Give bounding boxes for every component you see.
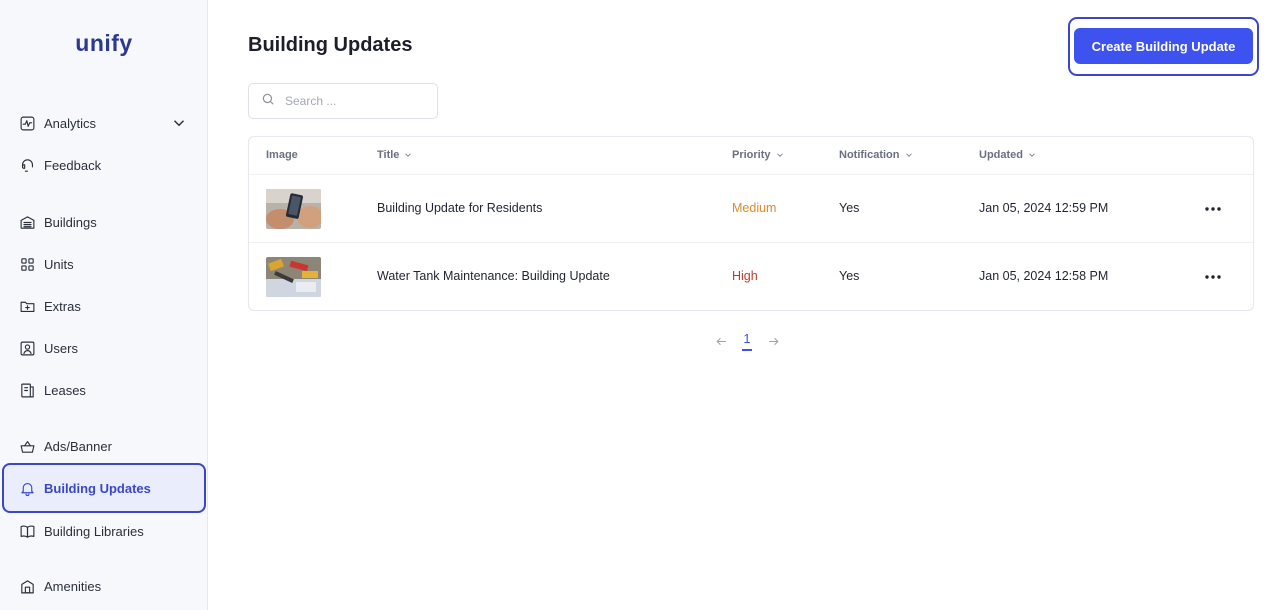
row-title[interactable]: Water Tank Maintenance: Building Update (377, 269, 610, 283)
sidebar-item-amenities[interactable]: Amenities (6, 568, 204, 604)
folder-plus-icon (18, 297, 36, 315)
search-input[interactable] (285, 94, 425, 108)
analytics-icon (18, 114, 36, 132)
sidebar-item-label: Building Updates (44, 480, 151, 496)
search-box[interactable] (248, 83, 438, 119)
book-icon (18, 522, 36, 540)
more-options-icon[interactable] (1201, 197, 1225, 221)
sidebar-item-leases[interactable]: Leases (6, 372, 204, 408)
sidebar-item-label: Building Libraries (44, 523, 144, 539)
arrow-right-icon[interactable] (764, 332, 782, 350)
page-title: Building Updates (248, 34, 413, 56)
column-header-notification[interactable]: Notification (839, 149, 914, 161)
table-row[interactable]: Building Update for Residents Medium Yes… (249, 175, 1253, 243)
sidebar-item-extras[interactable]: Extras (6, 288, 204, 324)
sidebar-item-feedback[interactable]: Feedback (6, 147, 204, 183)
building-icon (18, 213, 36, 231)
updates-table: Image Title Priority Notification Update… (248, 136, 1254, 311)
sidebar-item-label: Units (44, 256, 74, 272)
create-building-update-button[interactable]: Create Building Update (1074, 28, 1253, 64)
create-button-highlight: Create Building Update (1068, 17, 1259, 76)
sidebar: unify Analytics Feedback Buildings Units… (0, 0, 208, 610)
sidebar-item-buildings[interactable]: Buildings (6, 204, 204, 240)
bell-icon (18, 479, 36, 497)
feedback-icon (18, 156, 36, 174)
sidebar-item-label: Ads/Banner (44, 438, 112, 454)
sidebar-item-users[interactable]: Users (6, 330, 204, 366)
sidebar-item-building-libraries[interactable]: Building Libraries (6, 513, 204, 549)
sidebar-item-label: Leases (44, 382, 86, 398)
sidebar-item-ads-banner[interactable]: Ads/Banner (6, 428, 204, 464)
column-header-updated[interactable]: Updated (979, 149, 1037, 161)
table-row[interactable]: Water Tank Maintenance: Building Update … (249, 243, 1253, 311)
sidebar-item-label: Buildings (44, 214, 97, 230)
search-icon (261, 92, 275, 111)
app-root: unify Analytics Feedback Buildings Units… (0, 0, 1267, 610)
grid-icon (18, 255, 36, 273)
chevron-down-icon (403, 150, 413, 160)
chevron-down-icon[interactable] (170, 114, 188, 132)
row-priority: High (732, 269, 758, 283)
column-header-image: Image (266, 149, 298, 161)
column-header-title[interactable]: Title (377, 149, 413, 161)
column-header-priority[interactable]: Priority (732, 149, 785, 161)
row-priority: Medium (732, 201, 777, 215)
sidebar-item-label: Extras (44, 298, 81, 314)
basket-icon (18, 437, 36, 455)
sidebar-item-label: Users (44, 340, 78, 356)
chevron-down-icon (1027, 150, 1037, 160)
chevron-down-icon (904, 150, 914, 160)
sidebar-item-building-updates[interactable]: Building Updates (2, 463, 206, 513)
row-notification: Yes (839, 201, 860, 215)
chevron-down-icon (775, 150, 785, 160)
row-updated: Jan 05, 2024 12:58 PM (979, 269, 1109, 283)
user-icon (18, 339, 36, 357)
sidebar-item-label: Analytics (44, 115, 97, 131)
sidebar-item-label: Amenities (44, 578, 102, 594)
sidebar-item-analytics[interactable]: Analytics (6, 105, 204, 141)
row-thumbnail-image (266, 257, 321, 297)
arrow-left-icon[interactable] (712, 332, 730, 350)
more-options-icon[interactable] (1201, 265, 1225, 289)
logo: unify (75, 30, 133, 56)
row-updated: Jan 05, 2024 12:59 PM (979, 201, 1109, 215)
row-notification: Yes (839, 269, 860, 283)
pagination: 1 (712, 326, 782, 356)
page-number[interactable]: 1 (742, 331, 752, 351)
amenity-icon (18, 577, 36, 595)
row-thumbnail-image (266, 189, 321, 229)
sidebar-item-units[interactable]: Units (6, 246, 204, 282)
table-header: Image Title Priority Notification Update… (249, 137, 1253, 175)
row-title[interactable]: Building Update for Residents (377, 201, 542, 215)
lease-icon (18, 381, 36, 399)
sidebar-item-label: Feedback (44, 157, 102, 173)
